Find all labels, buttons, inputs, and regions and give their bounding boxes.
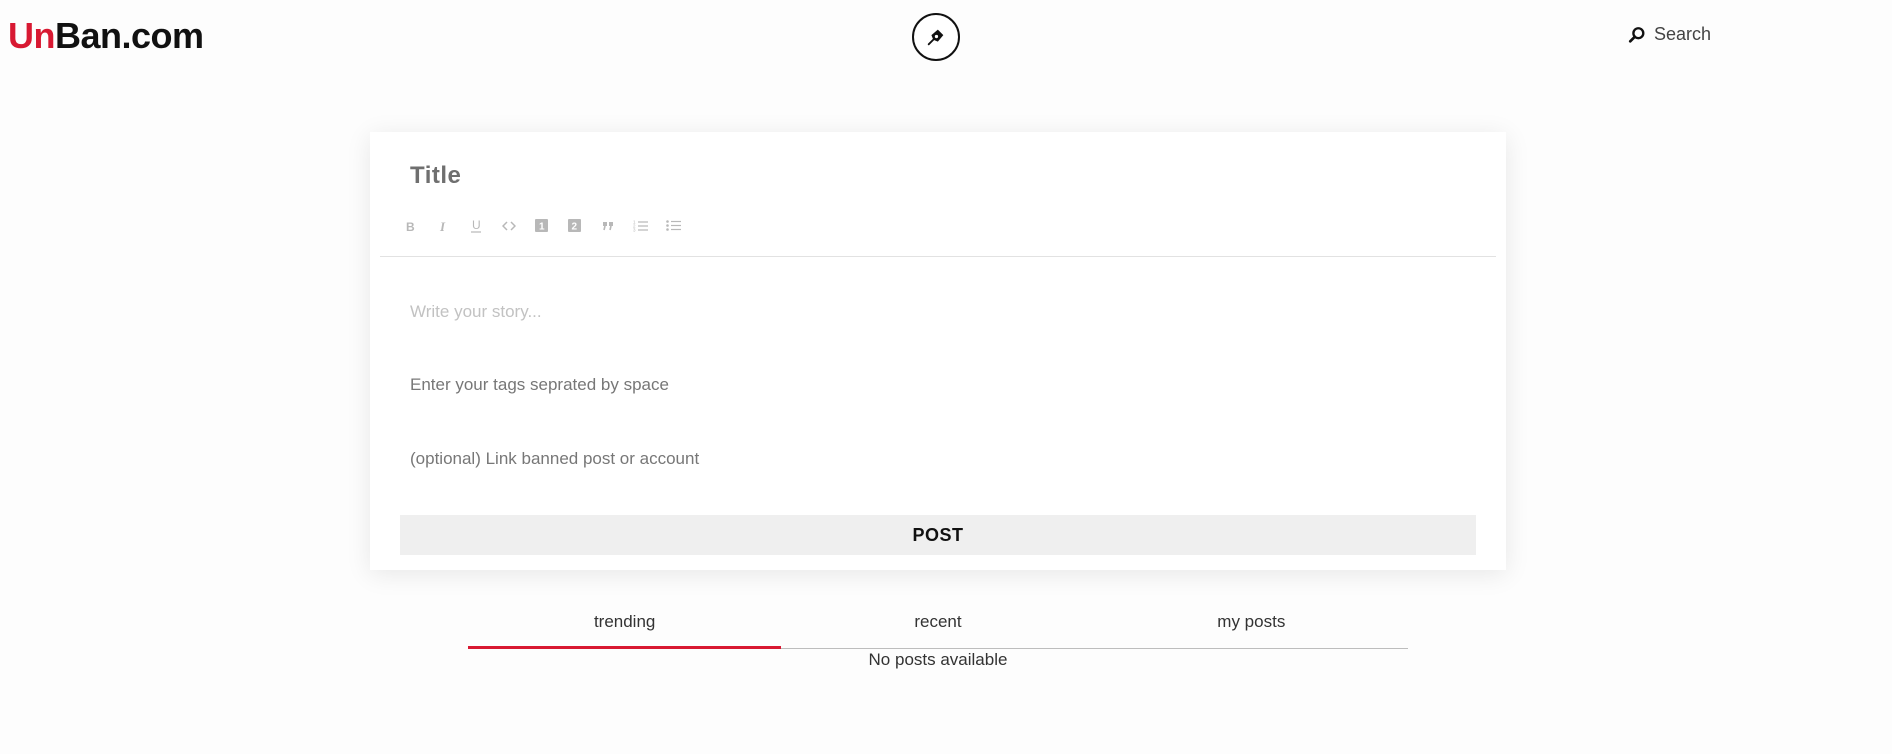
logo-text: Ban.com: [55, 15, 204, 56]
post-button[interactable]: POST: [400, 515, 1476, 555]
heading-1-icon[interactable]: 1: [532, 216, 551, 235]
post-editor-card: Title B I U 1 2 123 Write your story...: [370, 132, 1506, 570]
compose-button[interactable]: [912, 13, 960, 61]
search-box[interactable]: Search: [1628, 24, 1711, 45]
title-input[interactable]: Title: [410, 156, 1460, 196]
ordered-list-icon[interactable]: 123: [631, 216, 650, 235]
logo-accent: Un: [8, 15, 56, 56]
tags-input[interactable]: Enter your tags seprated by space: [410, 375, 669, 395]
italic-icon[interactable]: I: [433, 216, 452, 235]
tab-recent[interactable]: recent: [781, 608, 1094, 648]
svg-text:1: 1: [539, 222, 545, 233]
underline-icon[interactable]: U: [466, 216, 485, 235]
pen-nib-icon: [927, 29, 944, 46]
heading-2-icon[interactable]: 2: [565, 216, 584, 235]
site-logo[interactable]: UnBan.com: [8, 14, 204, 58]
svg-text:2: 2: [572, 222, 578, 233]
search-placeholder: Search: [1654, 24, 1712, 44]
svg-text:B: B: [406, 220, 415, 232]
svg-text:I: I: [439, 220, 446, 232]
blockquote-icon[interactable]: [598, 216, 617, 235]
unordered-list-icon[interactable]: [664, 216, 683, 235]
feed-tabs: trending recent my posts: [468, 608, 1408, 649]
toolbar-divider: [380, 256, 1496, 257]
svg-text:U: U: [472, 219, 481, 232]
bold-icon[interactable]: B: [400, 216, 419, 235]
svg-text:3: 3: [633, 228, 636, 233]
tab-trending[interactable]: trending: [468, 608, 782, 649]
tab-my-posts[interactable]: my posts: [1095, 608, 1408, 648]
empty-feed-message: No posts available: [868, 650, 1008, 669]
story-input[interactable]: Write your story...: [410, 302, 542, 322]
search-icon: [1628, 26, 1645, 43]
banned-link-input[interactable]: (optional) Link banned post or account: [410, 449, 699, 469]
formatting-toolbar: B I U 1 2 123: [400, 216, 683, 235]
top-header: UnBan.com Search: [0, 0, 1892, 80]
code-icon[interactable]: [499, 216, 518, 235]
